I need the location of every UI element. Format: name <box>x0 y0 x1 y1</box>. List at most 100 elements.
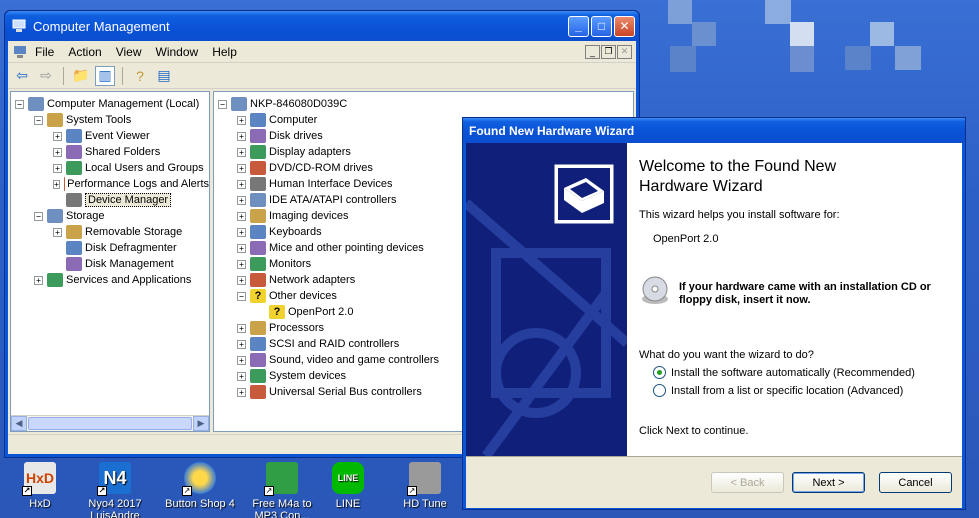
device-category-label: IDE ATA/ATAPI controllers <box>269 194 397 206</box>
radio-unselected[interactable] <box>653 384 666 397</box>
device-category-icon <box>250 161 266 175</box>
device-category-icon <box>250 193 266 207</box>
desktop-icon-label: Nyo4 2017 LuisAndre <box>88 498 142 518</box>
desktop-icon-hxd[interactable]: HxD ↗ HxD <box>5 462 75 510</box>
minimize-button[interactable]: _ <box>568 15 589 37</box>
console-tree-item[interactable]: − System Tools <box>15 112 209 128</box>
forward-icon[interactable]: ⇨ <box>36 66 56 86</box>
console-tree-item[interactable]: Disk Defragmenter <box>15 240 209 256</box>
expand-icon[interactable]: + <box>237 115 246 125</box>
radio-selected[interactable] <box>653 366 666 379</box>
menu-help[interactable]: Help <box>205 45 244 59</box>
console-tree-item[interactable]: − Computer Management (Local) <box>15 96 209 112</box>
collapse-icon[interactable]: − <box>34 211 43 221</box>
desktop-icon-nyo4[interactable]: N4 ↗ Nyo4 2017 LuisAndre <box>80 462 150 518</box>
expand-icon[interactable]: + <box>237 211 246 221</box>
menu-window[interactable]: Window <box>149 45 206 59</box>
console-tree-label: Disk Management <box>85 258 174 270</box>
console-tree-item[interactable]: Device Manager <box>15 192 209 208</box>
nyo4-icon: N4 ↗ <box>97 462 131 496</box>
left-horizontal-scrollbar[interactable]: ◀ ▶ <box>11 415 209 431</box>
tools-icon <box>47 113 63 127</box>
option-install-automatically[interactable]: Install the software automatically (Reco… <box>653 366 950 379</box>
hd-tune-icon: ↗ <box>407 462 441 496</box>
device-tree-root[interactable]: − NKP-846080D039C <box>218 96 633 112</box>
console-tree-item[interactable]: + Shared Folders <box>15 144 209 160</box>
expand-icon[interactable]: + <box>237 131 246 141</box>
expand-icon[interactable]: + <box>53 179 60 189</box>
expand-icon[interactable]: + <box>237 227 246 237</box>
expand-icon[interactable]: + <box>237 275 246 285</box>
menu-file[interactable]: File <box>28 45 61 59</box>
desktop-icon-button-shop[interactable]: ↗ Button Shop 4 <box>165 462 235 510</box>
app-menu-icon[interactable] <box>12 44 28 60</box>
device-category-label: Universal Serial Bus controllers <box>269 386 422 398</box>
option-install-from-list[interactable]: Install from a list or specific location… <box>653 384 950 397</box>
storage-icon <box>47 209 63 223</box>
up-folder-icon[interactable]: 📁 <box>71 66 91 86</box>
expand-icon[interactable]: + <box>237 323 246 333</box>
device-category-label: System devices <box>269 370 347 382</box>
device-tree-root-label: NKP-846080D039C <box>250 98 348 110</box>
disk-management-icon <box>66 257 82 271</box>
scroll-right-icon[interactable]: ▶ <box>193 416 209 431</box>
expand-icon[interactable]: + <box>237 243 246 253</box>
back-icon[interactable]: ⇦ <box>12 66 32 86</box>
menu-view[interactable]: View <box>109 45 149 59</box>
console-tree-item[interactable]: + Services and Applications <box>15 272 209 288</box>
device-category-icon <box>250 177 266 191</box>
show-hide-tree-icon[interactable]: ▥ <box>95 65 115 86</box>
expand-icon[interactable]: + <box>53 163 62 173</box>
menu-action[interactable]: Action <box>61 45 108 59</box>
next-button[interactable]: Next > <box>792 472 865 493</box>
scroll-thumb[interactable] <box>28 417 192 430</box>
console-tree-item[interactable]: + Performance Logs and Alerts <box>15 176 209 192</box>
cancel-button[interactable]: Cancel <box>879 472 952 493</box>
console-tree-item[interactable]: Disk Management <box>15 256 209 272</box>
mdi-restore-button[interactable]: ❐ <box>601 44 616 59</box>
desktop-icon-label: Free M4a to MP3 Con... <box>252 498 312 518</box>
collapse-icon[interactable]: − <box>218 99 227 109</box>
expand-icon[interactable]: + <box>237 259 246 269</box>
wizard-button-bar: < Back Next > Cancel <box>466 456 962 508</box>
wizard-titlebar[interactable]: Found New Hardware Wizard <box>463 118 965 143</box>
cm-titlebar[interactable]: Computer Management _ □ ✕ <box>5 11 639 41</box>
toolbar-separator <box>63 66 64 85</box>
expand-icon[interactable]: + <box>237 163 246 173</box>
collapse-icon[interactable]: − <box>15 99 24 109</box>
expand-icon[interactable]: + <box>53 131 62 141</box>
console-tree-item[interactable]: + Event Viewer <box>15 128 209 144</box>
maximize-button[interactable]: □ <box>591 15 612 37</box>
help-icon[interactable]: ? <box>130 66 150 86</box>
collapse-icon[interactable]: − <box>34 115 43 125</box>
expand-icon[interactable]: + <box>53 227 62 237</box>
device-category-label: Sound, video and game controllers <box>269 354 439 366</box>
back-button[interactable]: < Back <box>711 472 784 493</box>
expand-icon[interactable]: + <box>237 147 246 157</box>
desktop-icon-hd-tune[interactable]: ↗ HD Tune <box>390 462 460 510</box>
mdi-minimize-button[interactable]: _ <box>585 44 600 59</box>
expand-icon[interactable]: + <box>237 387 246 397</box>
console-tree-item[interactable]: + Local Users and Groups <box>15 160 209 176</box>
expand-icon[interactable]: + <box>34 275 43 285</box>
close-button[interactable]: ✕ <box>614 15 635 37</box>
expand-icon[interactable]: + <box>237 371 246 381</box>
device-category-icon <box>250 369 266 383</box>
expand-icon[interactable]: + <box>53 147 62 157</box>
desktop-icon-free-m4a[interactable]: ↗ Free M4a to MP3 Con... <box>247 462 317 518</box>
scroll-left-icon[interactable]: ◀ <box>11 416 27 431</box>
expand-icon[interactable]: + <box>237 179 246 189</box>
expand-icon[interactable]: + <box>237 355 246 365</box>
expand-icon[interactable]: + <box>237 339 246 349</box>
toolbar-separator <box>122 66 123 85</box>
console-tree-label: Event Viewer <box>85 130 150 142</box>
properties-icon[interactable]: ▤ <box>154 66 174 86</box>
expand-icon[interactable]: + <box>237 195 246 205</box>
desktop-icon-line[interactable]: LINE LINE <box>313 462 383 510</box>
mdi-close-button[interactable]: ✕ <box>617 44 632 59</box>
option-label: Install from a list or specific location… <box>671 384 904 397</box>
device-category-icon <box>250 321 266 335</box>
console-tree-item[interactable]: − Storage <box>15 208 209 224</box>
collapse-icon[interactable]: − <box>237 291 246 301</box>
console-tree-item[interactable]: + Removable Storage <box>15 224 209 240</box>
